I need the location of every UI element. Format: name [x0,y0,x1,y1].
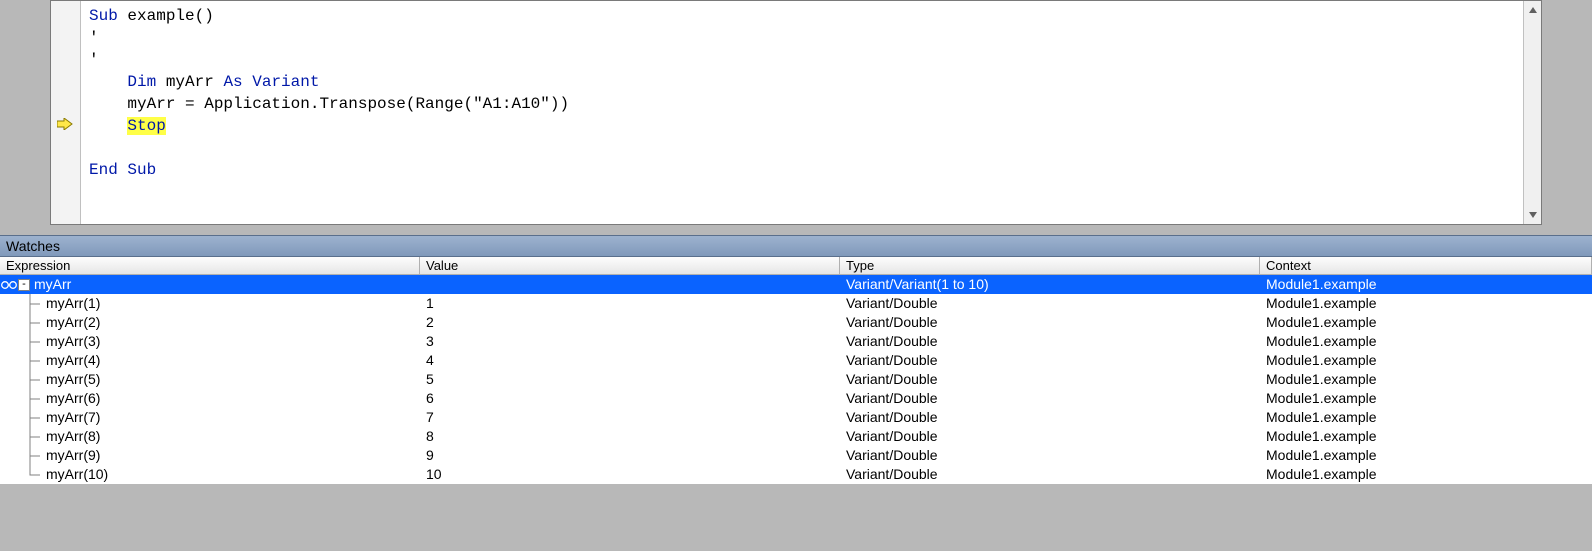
tree-branch-icon [18,313,46,332]
watches-pane-title: Watches [0,235,1592,257]
code-token: myArr [156,73,223,91]
watch-context: Module1.example [1260,313,1592,332]
watch-expression: myArr(10) [46,465,108,484]
watch-context: Module1.example [1260,408,1592,427]
watch-row[interactable]: myArr(5) 5Variant/DoubleModule1.example [0,370,1592,389]
watch-expression: myArr(3) [46,332,100,351]
watch-context: Module1.example [1260,351,1592,370]
watch-glasses-icon [0,280,18,290]
watch-value: 9 [420,446,840,465]
watch-expression: myArr(6) [46,389,100,408]
watch-expression: myArr(9) [46,446,100,465]
watch-expression: myArr(5) [46,370,100,389]
watch-context: Module1.example [1260,427,1592,446]
watch-value: 10 [420,465,840,484]
watch-expression: myArr(8) [46,427,100,446]
watches-pane: Expression Value Type Context - myArr Va… [0,257,1592,484]
scroll-down-icon[interactable] [1524,206,1541,224]
watch-type: Variant/Double [840,313,1260,332]
watch-context: Module1.example [1260,446,1592,465]
watch-value: 7 [420,408,840,427]
watch-row[interactable]: myArr(3) 3Variant/DoubleModule1.example [0,332,1592,351]
watches-header-type[interactable]: Type [840,257,1260,274]
watch-row[interactable]: myArr(7) 7Variant/DoubleModule1.example [0,408,1592,427]
code-token: Variant [243,73,320,91]
watch-row[interactable]: myArr(2) 2Variant/DoubleModule1.example [0,313,1592,332]
watch-context: Module1.example [1260,294,1592,313]
tree-branch-icon [18,294,46,313]
watch-type: Variant/Double [840,351,1260,370]
tree-collapse-toggle[interactable]: - [18,279,30,291]
vertical-scrollbar[interactable] [1523,1,1541,224]
watch-row[interactable]: myArr(1) 1Variant/DoubleModule1.example [0,294,1592,313]
watch-row[interactable]: myArr(8) 8Variant/DoubleModule1.example [0,427,1592,446]
watch-context: Module1.example [1260,465,1592,484]
watch-row[interactable]: myArr(10) 10Variant/DoubleModule1.example [0,465,1592,484]
watch-expression: myArr(4) [46,351,100,370]
scroll-up-icon[interactable] [1524,1,1541,19]
watch-value: 8 [420,427,840,446]
watch-context: Module1.example [1260,275,1592,294]
watch-context: Module1.example [1260,389,1592,408]
watch-value: 3 [420,332,840,351]
code-token: ' [89,29,99,47]
watch-type: Variant/Double [840,332,1260,351]
watch-value: 2 [420,313,840,332]
tree-branch-icon [18,465,46,484]
watch-type: Variant/Double [840,408,1260,427]
watches-header-context[interactable]: Context [1260,257,1592,274]
tree-branch-icon [18,446,46,465]
watch-expression: myArr(7) [46,408,100,427]
code-token: End Sub [89,161,156,179]
scrollbar-track[interactable] [1524,19,1541,206]
code-token [89,117,127,135]
watch-value: 6 [420,389,840,408]
code-token: ' [89,51,99,69]
execution-pointer-icon [57,118,73,132]
code-token: As [223,73,242,91]
tree-branch-icon [18,351,46,370]
watches-header-value[interactable]: Value [420,257,840,274]
watch-value: 1 [420,294,840,313]
watch-type: Variant/Double [840,294,1260,313]
code-token-stop-highlight: Stop [127,117,165,135]
watches-header-expression[interactable]: Expression [0,257,420,274]
watch-value [420,275,840,294]
watch-type: Variant/Double [840,370,1260,389]
code-editor[interactable]: Sub example() ' ' Dim myArr As Variant m… [81,1,1523,224]
code-gutter [51,1,81,224]
watch-value: 5 [420,370,840,389]
code-editor-container: Sub example() ' ' Dim myArr As Variant m… [0,0,1592,235]
tree-branch-icon [18,370,46,389]
tree-branch-icon [18,408,46,427]
code-token: Sub [89,7,118,25]
watch-type: Variant/Double [840,389,1260,408]
code-token: example() [118,7,214,25]
tree-branch-icon [18,332,46,351]
watch-row[interactable]: myArr(4) 4Variant/DoubleModule1.example [0,351,1592,370]
watch-context: Module1.example [1260,332,1592,351]
tree-branch-icon [18,389,46,408]
watch-context: Module1.example [1260,370,1592,389]
watch-row[interactable]: myArr(6) 6Variant/DoubleModule1.example [0,389,1592,408]
watch-expression: myArr(1) [46,294,100,313]
watch-type: Variant/Double [840,465,1260,484]
watch-expression: myArr [34,275,71,294]
watch-row-root[interactable]: - myArr Variant/Variant(1 to 10) Module1… [0,275,1592,294]
tree-branch-icon [18,427,46,446]
watch-type: Variant/Variant(1 to 10) [840,275,1260,294]
code-editor-frame: Sub example() ' ' Dim myArr As Variant m… [50,0,1542,225]
watches-header-row: Expression Value Type Context [0,257,1592,275]
code-token: Dim [89,73,156,91]
watch-type: Variant/Double [840,446,1260,465]
watch-row[interactable]: myArr(9) 9Variant/DoubleModule1.example [0,446,1592,465]
code-token: myArr = Application.Transpose(Range("A1:… [89,95,569,113]
watch-expression: myArr(2) [46,313,100,332]
watch-value: 4 [420,351,840,370]
watch-type: Variant/Double [840,427,1260,446]
